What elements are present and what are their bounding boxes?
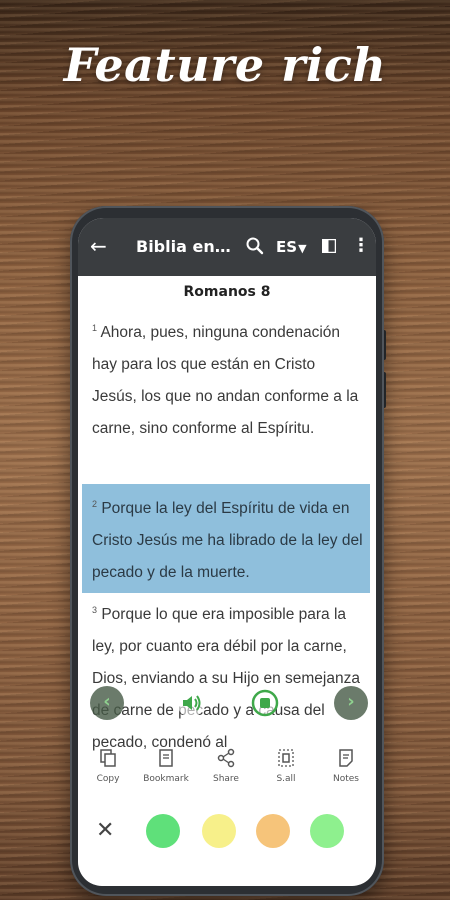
chapter-title: Romanos 8 bbox=[183, 284, 271, 300]
verse-number: 1 bbox=[92, 323, 98, 333]
share-icon bbox=[217, 748, 235, 768]
notes-label: Notes bbox=[333, 774, 359, 784]
stop-icon[interactable] bbox=[250, 688, 280, 718]
highlight-color-yellow[interactable] bbox=[202, 814, 236, 848]
notes-button[interactable]: Notes bbox=[316, 746, 376, 784]
select-all-label: S.all bbox=[276, 774, 296, 784]
verse-number: 3 bbox=[92, 605, 98, 615]
app-bar: ← Biblia en… ES▼ ⋮ bbox=[78, 218, 376, 276]
verse-text: Porque lo que era imposible para la ley,… bbox=[92, 606, 360, 751]
share-label: Share bbox=[213, 774, 239, 784]
verse-number: 2 bbox=[92, 499, 98, 509]
search-icon[interactable] bbox=[244, 235, 266, 257]
language-selector[interactable]: ES▼ bbox=[276, 237, 307, 259]
highlight-color-orange[interactable] bbox=[256, 814, 290, 848]
verse-text: Porque la ley del Espíritu de vida en Cr… bbox=[92, 500, 363, 581]
copy-icon bbox=[100, 749, 116, 767]
verse-text: Ahora, pues, ninguna condenación hay par… bbox=[92, 324, 359, 437]
back-arrow-icon[interactable]: ← bbox=[90, 234, 107, 258]
highlight-color-light-green[interactable] bbox=[310, 814, 344, 848]
highlight-color-green[interactable] bbox=[146, 814, 180, 848]
select-all-button[interactable]: S.all bbox=[256, 746, 316, 784]
split-view-icon[interactable] bbox=[322, 239, 336, 253]
speaker-icon[interactable] bbox=[176, 688, 206, 718]
verse[interactable]: 1 Ahora, pues, ninguna condenación hay p… bbox=[92, 312, 362, 445]
notes-icon bbox=[339, 749, 353, 767]
headline: Feature rich bbox=[63, 38, 387, 92]
close-icon[interactable]: ✕ bbox=[96, 818, 114, 843]
more-options-icon[interactable]: ⋮ bbox=[352, 236, 370, 256]
chevron-down-icon: ▼ bbox=[298, 242, 307, 255]
copy-label: Copy bbox=[96, 774, 120, 784]
verse[interactable]: 3 Porque lo que era imposible para la le… bbox=[92, 594, 362, 759]
share-button[interactable]: Share bbox=[196, 746, 256, 784]
select-all-icon bbox=[278, 749, 294, 767]
language-code: ES bbox=[276, 238, 298, 256]
previous-verse-button[interactable]: ‹ bbox=[90, 686, 124, 720]
bookmark-button[interactable]: Bookmark bbox=[136, 746, 196, 784]
bookmark-icon bbox=[159, 749, 173, 767]
bookmark-label: Bookmark bbox=[143, 774, 189, 784]
phone-screen: ← Biblia en… ES▼ ⋮ Romanos 8 1 Ahora, pu… bbox=[78, 218, 376, 886]
app-title: Biblia en… bbox=[136, 237, 231, 256]
verse-highlighted[interactable]: 2 Porque la ley del Espíritu de vida en … bbox=[82, 484, 370, 593]
verse-action-toolbar: Copy Bookmark Share S.all Notes bbox=[78, 746, 376, 806]
phone-frame: ← Biblia en… ES▼ ⋮ Romanos 8 1 Ahora, pu… bbox=[70, 206, 384, 896]
copy-button[interactable]: Copy bbox=[78, 746, 138, 784]
next-verse-button[interactable]: › bbox=[334, 686, 368, 720]
